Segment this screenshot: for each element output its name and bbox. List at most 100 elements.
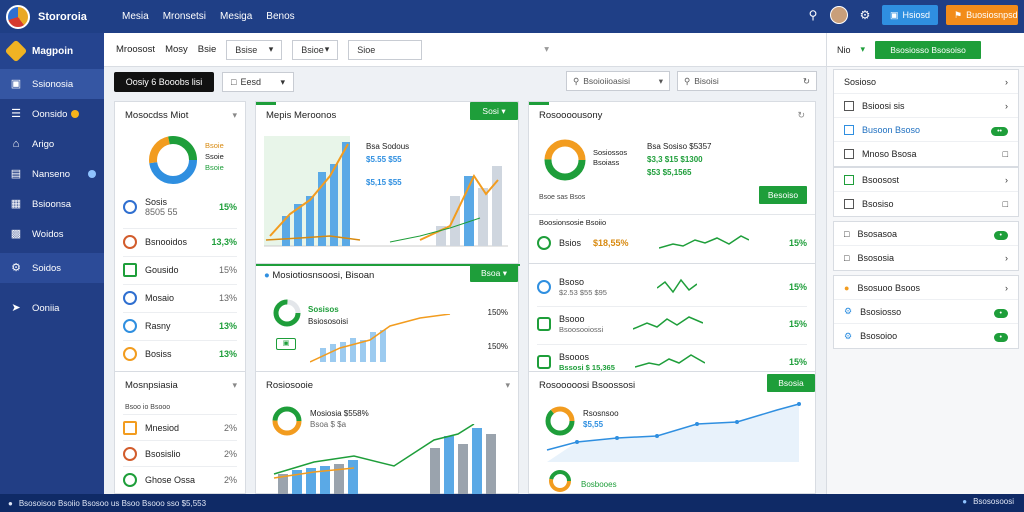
chevron-right-icon: ›: [1005, 174, 1008, 185]
list-item[interactable]: Gousido 15%: [123, 256, 237, 282]
checkbox[interactable]: [844, 100, 854, 111]
list-item[interactable]: Mosaio 13%: [123, 284, 237, 310]
sidebar-item-7[interactable]: ⚙ Soidos: [0, 253, 104, 283]
filter-select[interactable]: □ Eesd ▾: [222, 72, 294, 92]
square-icon: [537, 316, 551, 331]
list-item[interactable]: Bsosislio 2%: [123, 440, 237, 466]
rp-item[interactable]: Busoon Bsoso ••: [834, 118, 1018, 142]
badge-icon: ▣: [276, 338, 296, 350]
chevron-down-icon[interactable]: ▾: [505, 380, 510, 391]
checkbox[interactable]: [844, 199, 854, 209]
list-item-value: 15%: [218, 202, 237, 212]
right-panel-button[interactable]: Bsosiosso Bsosoiso: [875, 40, 982, 59]
rp-item[interactable]: □ Bsosasoa •: [834, 222, 1018, 246]
square-icon: [123, 262, 137, 277]
list-item[interactable]: Bsios $18,55% 15%: [537, 230, 807, 256]
sidebar-item-2[interactable]: ☰ Oonsido: [0, 99, 104, 129]
rp-item[interactable]: ⚙ Bsosiosso •: [834, 300, 1018, 324]
sidebar-header-label: Magpoin: [32, 45, 74, 57]
list-item[interactable]: Rasny 13%: [123, 312, 237, 338]
list-item[interactable]: Ghose Ossa 2%: [123, 466, 237, 492]
search-input-1-text: Bsoioiioasisi: [583, 76, 631, 86]
sparkline: [656, 278, 697, 294]
rp-item-label: Bsosasoa: [857, 228, 897, 239]
list-item[interactable]: Bsooo Bsoosooiossi 15%: [537, 306, 807, 340]
sidebar-item-3[interactable]: ⌂ Arigo: [0, 129, 104, 159]
gear-icon[interactable]: ⚙: [856, 6, 874, 24]
search-input-2[interactable]: ⚲ Bisoisi ↻: [677, 71, 817, 91]
chevron-down-icon[interactable]: ▾: [232, 110, 237, 121]
card-action-button[interactable]: Bsosia: [767, 374, 815, 392]
right-panel-label[interactable]: Nio: [837, 45, 851, 55]
list-item-value: 13,3%: [211, 236, 237, 247]
rp-item[interactable]: Bsioosi sis ›: [834, 94, 1018, 118]
chevron-down-icon[interactable]: ▾: [544, 44, 549, 55]
rp-item[interactable]: Sosioso ›: [834, 70, 1018, 94]
rp-item[interactable]: Bsoosost ›: [834, 168, 1018, 192]
rp-item[interactable]: ● Bsosuoo Bsoos ›: [834, 276, 1018, 300]
toggle-pill[interactable]: •: [993, 229, 1008, 240]
primary-button[interactable]: ▣ Hsiosd: [882, 5, 938, 25]
toggle-pill[interactable]: •: [993, 307, 1008, 318]
list-item[interactable]: Bosiss 13%: [123, 340, 237, 366]
chevron-down-icon[interactable]: ▾: [232, 380, 237, 391]
list-item-label: Bsoso: [559, 277, 585, 287]
list-item-label: Ghose Ossa: [145, 474, 196, 485]
tab-2[interactable]: Mosy: [165, 44, 188, 55]
right-panel-card-4: ● Bsosuoo Bsoos › ⚙ Bsosiosso • ⚙ Bsosoi…: [833, 275, 1019, 349]
list-icon: ☰: [11, 108, 21, 120]
secondary-button[interactable]: ⚑ Buosiosnpsd: [946, 5, 1018, 25]
chevron-down-icon[interactable]: ▾: [861, 44, 866, 55]
nav-item-2[interactable]: Mronsetsi: [163, 11, 206, 22]
refresh-icon[interactable]: ↻: [797, 110, 805, 121]
grid-icon: ▦: [10, 198, 22, 210]
search-icon[interactable]: ⚲: [804, 6, 822, 24]
card-action-button[interactable]: Sosi ▾: [470, 102, 518, 120]
sidebar-item-label: Soidos: [32, 262, 62, 274]
search-input-1[interactable]: ⚲ Bsoioiioasisi ▾: [566, 71, 670, 91]
progress-ring: [273, 299, 301, 327]
calendar-icon: □: [231, 77, 237, 87]
rp-item[interactable]: Bsosiso □: [834, 192, 1018, 216]
select-1[interactable]: Bsise ▾: [226, 39, 283, 60]
avatar[interactable]: [830, 6, 848, 24]
list-item[interactable]: Bsoso $2.53 $55 $95 15%: [537, 270, 807, 304]
rp-item[interactable]: □ Bsososia ›: [834, 246, 1018, 270]
sub-title: Bsoo io Bsooo: [125, 404, 171, 411]
sidebar-item-4[interactable]: ▤ Nanseno: [0, 159, 104, 189]
checkbox[interactable]: [844, 174, 854, 185]
stats-action-button[interactable]: Besoiso: [759, 186, 807, 204]
circle-icon: [123, 446, 137, 461]
list-item[interactable]: Bsnooidos 13,3%: [123, 228, 237, 254]
nav-item-1[interactable]: Mesia: [122, 11, 149, 22]
donut-legend: Bsoie Ssoie Bsoie: [205, 140, 224, 173]
list-item[interactable]: Mnesiod 2%: [123, 414, 237, 440]
globe-icon[interactable]: ●: [962, 497, 967, 506]
list-item-label: Bosiss: [145, 348, 172, 359]
list-item[interactable]: Sosis 8505 55 15%: [123, 190, 237, 224]
card-donut-stats: Rosoooousony ↻ Sosiossos Bsoiass Bsa Sos…: [528, 101, 816, 287]
nav-item-3[interactable]: Mesiga: [220, 11, 252, 22]
checkbox[interactable]: [844, 124, 854, 135]
select-3[interactable]: Sioe: [348, 39, 423, 60]
tab-1[interactable]: Mroosost: [116, 44, 155, 55]
tab-3[interactable]: Bsie: [198, 44, 216, 55]
nav-item-4[interactable]: Benos: [266, 11, 294, 22]
sidebar-item-1[interactable]: ▣ Ssionosia: [0, 69, 104, 99]
sidebar-item-8[interactable]: ➤ Ooniia: [0, 293, 104, 323]
list-item-label: Mnesiod: [145, 422, 180, 433]
filter-button[interactable]: Oosiy 6 Booobs lisi: [114, 72, 214, 92]
card-action-button[interactable]: Bsoa ▾: [470, 264, 518, 282]
toggle-pill[interactable]: •: [993, 331, 1008, 342]
toggle-pill[interactable]: ••: [991, 125, 1008, 136]
search-icon: ⚲: [573, 75, 580, 86]
sidebar-item-6[interactable]: ▩ Woidos: [0, 219, 104, 249]
sidebar-item-5[interactable]: ▦ Bsioonsa: [0, 189, 104, 219]
select-2[interactable]: Bsioe ▾: [292, 39, 339, 60]
stats-action-label: Besoiso: [767, 190, 799, 200]
rp-item[interactable]: Mnoso Bsosa □: [834, 142, 1018, 166]
star-icon: ●: [844, 282, 850, 293]
card-title: Mepis Meroonos: [266, 110, 337, 121]
checkbox[interactable]: [844, 149, 854, 159]
rp-item[interactable]: ⚙ Bsosoioo •: [834, 324, 1018, 348]
